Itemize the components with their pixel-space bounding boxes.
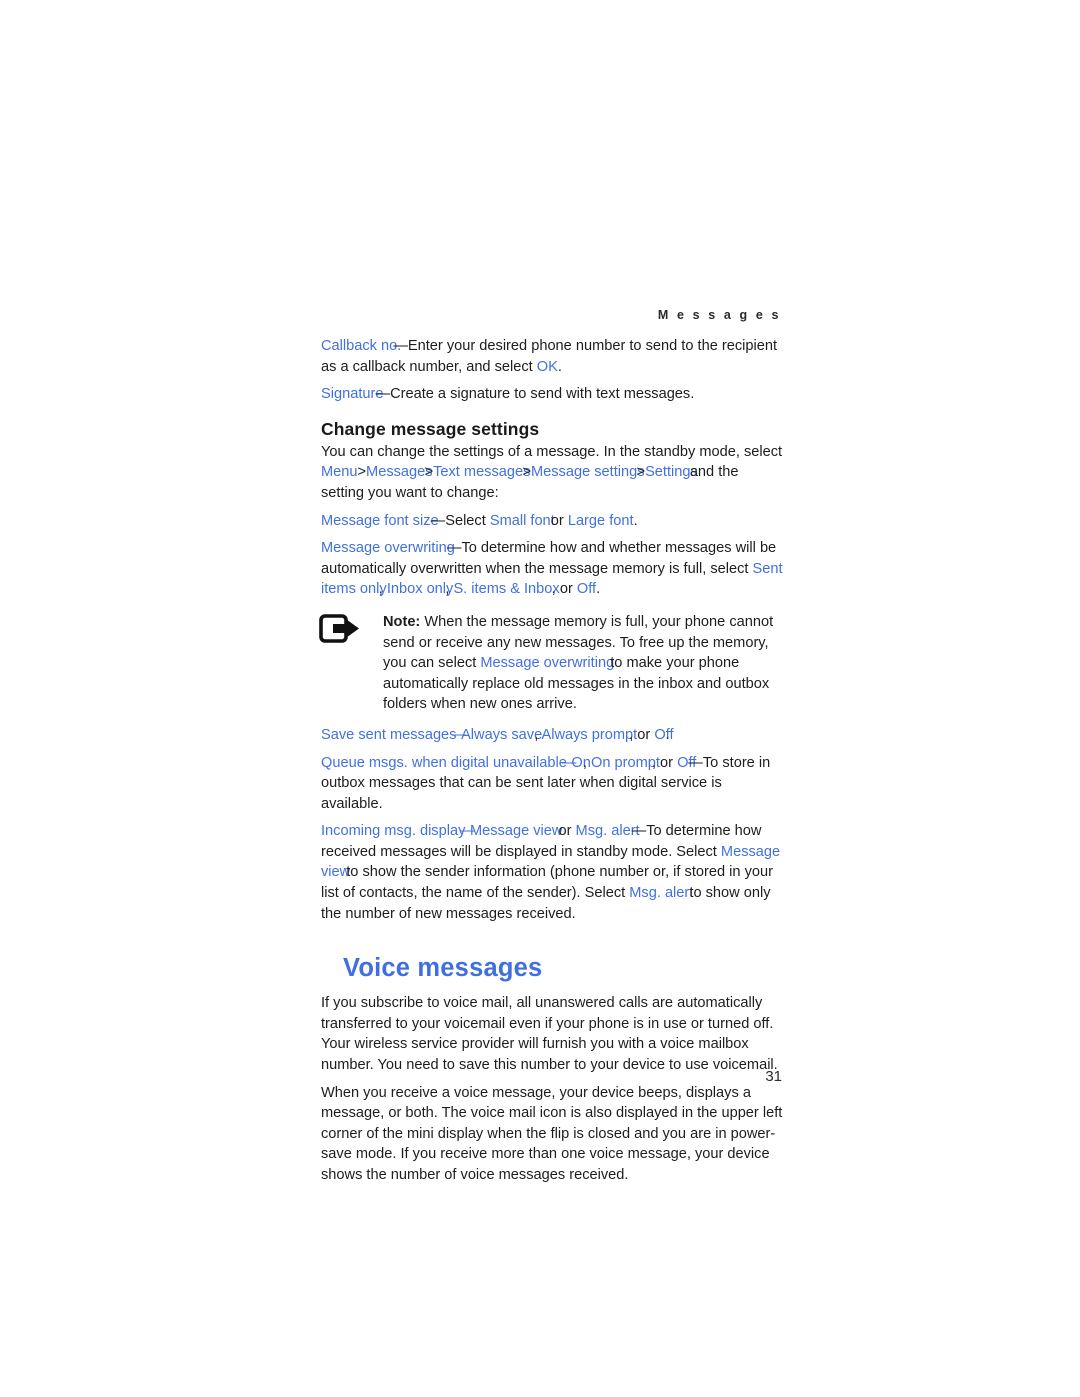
save-sent-sep-a: , <box>534 726 542 743</box>
paragraph-change-settings-intro: You can change the settings of a message… <box>321 442 783 504</box>
font-size-text-c: . <box>633 512 638 529</box>
font-size-text-b: or <box>546 512 568 529</box>
page-number: 31 <box>765 1068 782 1085</box>
nav-separator-1: > <box>357 464 367 481</box>
font-size-text-a: —Select <box>430 512 490 529</box>
note-arrow-icon <box>319 614 363 644</box>
signature-description: —Create a signature to send with text me… <box>375 386 695 403</box>
note-callout: Note: When the message memory is full, y… <box>319 612 783 715</box>
queue-sep-a: , <box>582 754 591 771</box>
heading-change-message-settings: Change message settings <box>321 418 540 439</box>
option-sitems-inbox: S. items & Inbox <box>453 581 560 598</box>
overwriting-text-b: . <box>596 581 601 598</box>
term-queue-msgs: Queue msgs. when digital unavailable <box>321 754 567 771</box>
option-on-prompt: On prompt <box>591 754 660 771</box>
note-label: Note: <box>383 613 421 630</box>
queue-sep-b: , or <box>651 754 678 771</box>
option-inbox-only: Inbox only <box>386 581 454 598</box>
manual-page: M e s s a g e s Callback no.—Enter your … <box>0 0 1080 1397</box>
option-large-font: Large font <box>567 512 634 529</box>
paragraph-voice-2: When you receive a voice message, your d… <box>321 1084 783 1183</box>
note-text: Note: When the message memory is full, y… <box>383 612 783 715</box>
paragraph-voice-1: If you subscribe to voice mail, all unan… <box>321 995 778 1074</box>
paragraph-message-font-size: Message font size—Select Small font or L… <box>321 511 783 532</box>
nav-separator-3: > <box>522 464 531 481</box>
paragraph-queue-msgs: Queue msgs. when digital unavailable—On,… <box>321 753 783 815</box>
term-save-sent-messages: Save sent messages <box>321 726 457 743</box>
term-callback-no: Callback no. <box>321 338 402 354</box>
option-message-view: Message view <box>469 823 563 840</box>
overwriting-sep-c: , or <box>551 581 577 598</box>
option-always-save: Always save <box>461 726 543 743</box>
option-small-font: Small font <box>489 512 555 529</box>
nav-separator-2: > <box>424 464 434 481</box>
save-sent-sep-b: , or <box>629 726 655 743</box>
nav-text-messages: Text messages <box>433 464 531 481</box>
option-msg-alert: Msg. alert <box>575 823 640 840</box>
nav-messages: Messages <box>366 464 433 481</box>
option-msg-alert-2: Msg. alert <box>629 885 694 902</box>
change-settings-lead: You can change the settings of a message… <box>321 443 783 460</box>
paragraph-message-overwriting: Message overwriting—To determine how and… <box>321 538 783 600</box>
heading-voice-messages: Voice messages <box>343 954 543 983</box>
save-sent-text-b: . <box>665 726 670 743</box>
option-off-save-sent: Off <box>654 726 674 743</box>
term-ok: OK <box>536 358 558 375</box>
term-note-message-overwriting: Message overwriting <box>480 655 615 672</box>
nav-menu: Menu <box>321 464 358 481</box>
running-header: M e s s a g e s <box>657 308 781 322</box>
option-always-prompt: Always prompt <box>541 726 638 743</box>
paragraph-signature: Signature—Create a signature to send wit… <box>321 384 783 405</box>
term-message-overwriting: Message overwriting <box>321 540 455 557</box>
incoming-sep-a: or <box>554 823 576 840</box>
paragraph-incoming-msg-display: Incoming msg. display—Message view or Ms… <box>321 821 783 924</box>
term-incoming-msg-display: Incoming msg. display <box>321 823 466 840</box>
text-column: Callback no.—Enter your desired phone nu… <box>319 336 783 1193</box>
callback-description-b: . <box>557 358 562 375</box>
nav-separator-4: > <box>636 464 646 481</box>
paragraph-callback-no: Callback no.—Enter your desired phone nu… <box>321 336 783 377</box>
term-message-font-size: Message font size <box>321 512 439 529</box>
overwriting-sep-a: , <box>378 581 387 598</box>
paragraph-save-sent-messages: Save sent messages—Always save, Always p… <box>321 725 783 746</box>
nav-message-settings: Message settings <box>530 464 645 481</box>
option-off-overwriting: Off <box>576 581 597 598</box>
